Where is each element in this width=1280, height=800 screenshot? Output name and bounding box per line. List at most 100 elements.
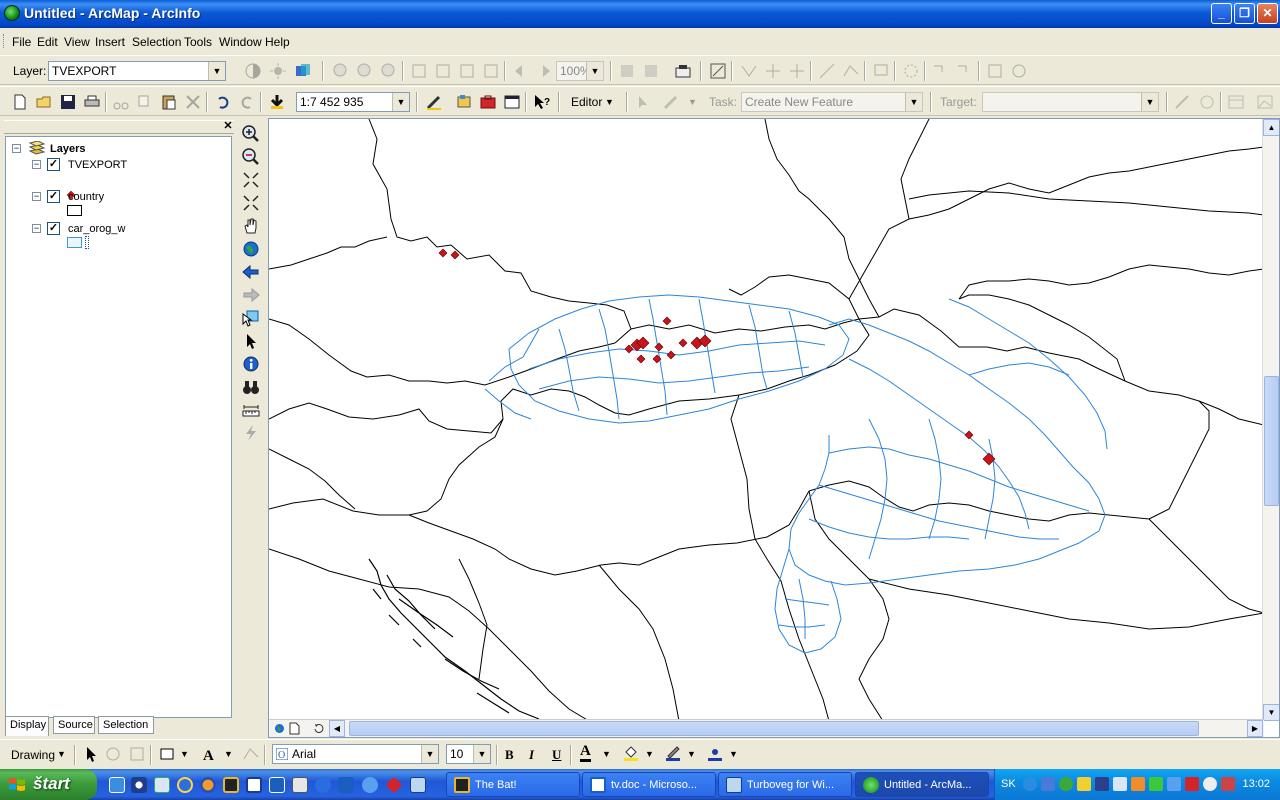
menu-insert[interactable]: Insert: [95, 35, 125, 49]
collapse-icon[interactable]: −: [32, 224, 41, 233]
forward-extent-icon[interactable]: [535, 62, 553, 80]
refresh-view-icon[interactable]: [313, 723, 324, 734]
arctoolbox-icon[interactable]: [385, 776, 403, 794]
zoom-in-fixed-icon[interactable]: [332, 62, 350, 80]
picture-viewer-icon[interactable]: [154, 777, 170, 793]
menu-help[interactable]: Help: [265, 35, 290, 49]
back-extent-icon[interactable]: [512, 62, 530, 80]
network-icon[interactable]: [362, 777, 378, 793]
total-commander-icon[interactable]: [269, 777, 285, 793]
collapse-icon[interactable]: −: [12, 144, 21, 153]
toc-close-button[interactable]: ✕: [222, 121, 234, 133]
clock[interactable]: 13:02: [1242, 778, 1270, 790]
fill-color-bucket-icon[interactable]: [622, 744, 640, 762]
layer-visibility-checkbox[interactable]: ✓: [47, 190, 60, 203]
edit-vertices-icon[interactable]: [242, 745, 260, 763]
tray-network-icon[interactable]: [1041, 777, 1055, 791]
zoom-to-selected-icon[interactable]: [128, 745, 146, 763]
internet-explorer-icon[interactable]: [177, 777, 193, 793]
scroll-down-icon[interactable]: ▼: [1263, 704, 1279, 721]
map-view[interactable]: ▲ ▼ ◀ ▶: [268, 118, 1280, 738]
tray-back-icon[interactable]: [1023, 777, 1037, 791]
fixed-zoom-out-icon[interactable]: [241, 193, 261, 213]
tray-monitor-icon[interactable]: [1113, 777, 1127, 791]
firefox-icon[interactable]: [200, 777, 216, 793]
document-icon[interactable]: [292, 777, 308, 793]
tray-security-icon[interactable]: [1059, 777, 1073, 791]
dropdown-arrow-icon[interactable]: ▼: [421, 745, 438, 763]
layout-view-page-icon[interactable]: [289, 722, 300, 735]
map-vertical-scrollbar[interactable]: ▲ ▼: [1262, 119, 1279, 721]
font-color-button[interactable]: A: [580, 744, 591, 762]
menu-edit[interactable]: Edit: [37, 35, 58, 49]
collapse-icon[interactable]: −: [32, 192, 41, 201]
close-button[interactable]: ✕: [1257, 3, 1278, 24]
edit-tool-icon[interactable]: [634, 93, 652, 111]
circle-icon[interactable]: [1010, 62, 1028, 80]
tray-chat-icon[interactable]: [1149, 777, 1163, 791]
zoom-whole-page-icon[interactable]: [410, 62, 428, 80]
split-tool-icon[interactable]: [764, 62, 782, 80]
select-elements-arrow-icon[interactable]: [241, 331, 261, 351]
editor-toolbar-icon[interactable]: [425, 93, 443, 111]
drawing-menu[interactable]: Drawing: [11, 748, 55, 762]
start-button[interactable]: štart: [0, 769, 97, 800]
tray-wifi-icon[interactable]: [1203, 777, 1217, 791]
show-desktop-icon[interactable]: [109, 777, 125, 793]
refresh-layout-icon[interactable]: [380, 62, 398, 80]
scroll-up-icon[interactable]: ▲: [1263, 119, 1279, 136]
underline-button[interactable]: U: [552, 747, 561, 763]
italic-button[interactable]: I: [529, 747, 534, 763]
select-features-icon[interactable]: [932, 62, 950, 80]
delete-icon[interactable]: [184, 93, 202, 111]
zoom-out-fixed-icon[interactable]: [356, 62, 374, 80]
toggle-draft-mode-icon[interactable]: [618, 62, 636, 80]
font-select[interactable]: O Arial ▼: [272, 744, 439, 764]
layer-visibility-checkbox[interactable]: ✓: [47, 222, 60, 235]
georeferencing-icon[interactable]: [709, 62, 727, 80]
dropdown-arrow-icon[interactable]: ▼: [473, 745, 490, 763]
validate-icon[interactable]: [872, 62, 890, 80]
focus-data-frame-icon[interactable]: [642, 62, 660, 80]
contrast-icon[interactable]: [244, 62, 262, 80]
fill-color-dropdown-arrow-icon[interactable]: ▼: [645, 749, 654, 759]
paste-icon[interactable]: [160, 93, 178, 111]
layer-visibility-checkbox[interactable]: ✓: [47, 158, 60, 171]
cut-icon[interactable]: [112, 93, 130, 111]
map-scale-select[interactable]: 1:7 452 935 ▼: [296, 92, 410, 112]
tray-antivirus-icon[interactable]: [1185, 777, 1199, 791]
tray-sound-icon[interactable]: [1095, 777, 1109, 791]
menu-tools[interactable]: Tools: [184, 35, 212, 49]
line-color-dropdown-arrow-icon[interactable]: ▼: [687, 749, 696, 759]
fixed-zoom-in-icon[interactable]: [241, 170, 261, 190]
task-turboveg[interactable]: Turboveg for Wi...: [718, 772, 852, 797]
brightness-icon[interactable]: [269, 62, 287, 80]
intersect-tool-icon[interactable]: [788, 62, 806, 80]
dropdown-arrow-icon[interactable]: ▼: [208, 62, 225, 80]
dropdown-arrow-icon[interactable]: ▼: [1141, 93, 1158, 111]
bold-button[interactable]: B: [505, 747, 514, 763]
editor-menu[interactable]: Editor: [571, 95, 602, 109]
tray-update-icon[interactable]: [1131, 777, 1145, 791]
tab-source[interactable]: Source: [53, 716, 95, 734]
line-color-pen-icon[interactable]: [664, 744, 682, 762]
rotate-icon[interactable]: [104, 745, 122, 763]
task-the-bat[interactable]: The Bat!: [446, 772, 580, 797]
turboveg-icon[interactable]: [410, 777, 426, 793]
toolbar-grip[interactable]: [3, 34, 6, 48]
rotate-tool-icon[interactable]: [1198, 93, 1216, 111]
drawing-dropdown-arrow-icon[interactable]: ▼: [57, 749, 66, 759]
map-canvas[interactable]: [269, 119, 1264, 721]
dropdown-arrow-icon[interactable]: ▼: [392, 93, 409, 111]
rectangle-draw-icon[interactable]: [158, 745, 176, 763]
identify-info-icon[interactable]: [241, 354, 261, 374]
save-disk-icon[interactable]: [246, 777, 262, 793]
generalize-tool-icon[interactable]: [842, 62, 860, 80]
task-arcmap[interactable]: Untitled - ArcMa...: [855, 772, 989, 797]
text-dropdown-arrow-icon[interactable]: ▼: [224, 749, 233, 759]
topology-tool-icon[interactable]: [740, 62, 758, 80]
text-tool-icon[interactable]: A: [200, 745, 218, 763]
command-line-icon[interactable]: [503, 93, 521, 111]
zoom-in-icon[interactable]: [241, 124, 261, 144]
tray-shield-icon[interactable]: [1077, 777, 1091, 791]
